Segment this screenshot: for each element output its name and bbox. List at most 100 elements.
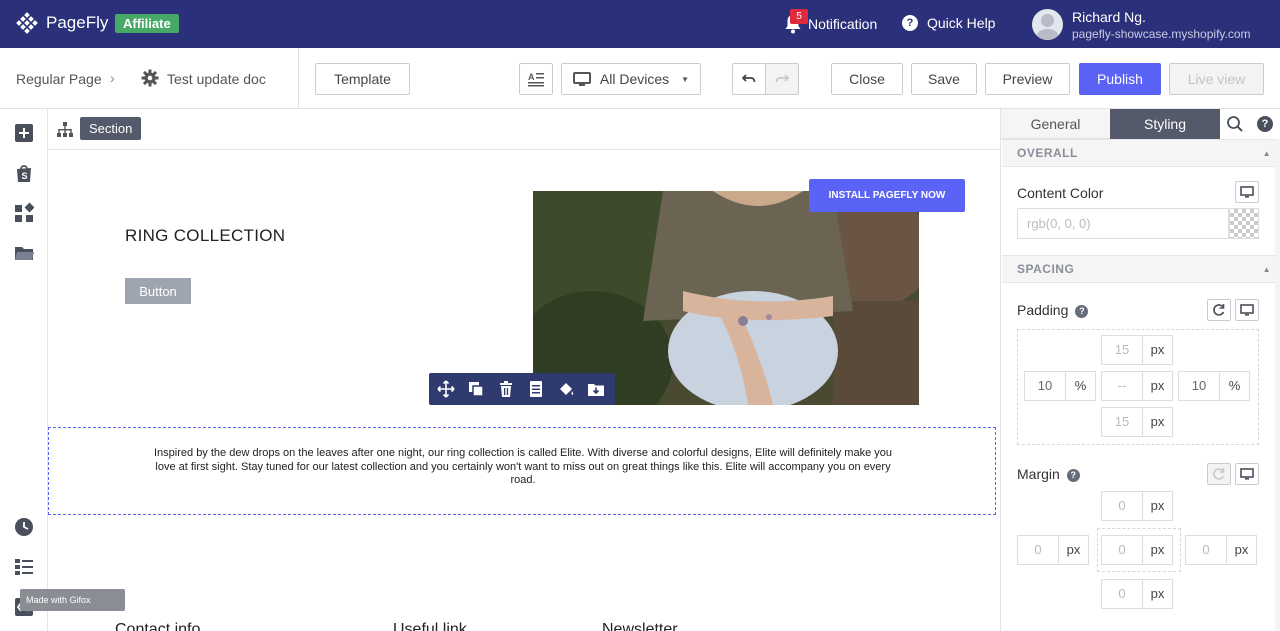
- user-avatar[interactable]: [1032, 9, 1063, 40]
- padding-right-field[interactable]: 10 %: [1178, 371, 1250, 401]
- margin-top-input[interactable]: 0: [1101, 491, 1143, 521]
- desktop-icon: [572, 71, 591, 86]
- padding-right-input[interactable]: 10: [1178, 371, 1220, 401]
- user-name[interactable]: Richard Ng.: [1072, 9, 1146, 25]
- panel-scrollbar[interactable]: [1275, 139, 1280, 631]
- quick-help-button[interactable]: ? Quick Help: [902, 15, 995, 31]
- undo-button[interactable]: [732, 63, 766, 95]
- margin-center-field[interactable]: 0 px: [1101, 535, 1173, 565]
- padding-left-input[interactable]: 10: [1024, 371, 1066, 401]
- margin-bottom-input[interactable]: 0: [1101, 579, 1143, 609]
- refresh-icon: [1213, 304, 1225, 316]
- pagefly-logo-icon: [16, 12, 38, 34]
- trash-icon[interactable]: [497, 380, 515, 398]
- footer-heading-newsletter: Newsletter: [602, 621, 678, 631]
- preview-button[interactable]: Preview: [985, 63, 1070, 95]
- margin-label-text: Margin: [1017, 466, 1060, 482]
- install-pagefly-button[interactable]: INSTALL PAGEFLY NOW: [809, 179, 965, 212]
- breadcrumb-separator: ›: [110, 70, 115, 86]
- color-swatch-picker[interactable]: [1229, 208, 1259, 239]
- content-color-label: Content Color: [1017, 185, 1104, 201]
- gifox-label: Made with Gifox: [26, 595, 91, 605]
- template-button[interactable]: Template: [315, 63, 410, 95]
- spacing-section-header[interactable]: SPACING ▲: [1002, 255, 1280, 283]
- breadcrumb-regular-page[interactable]: Regular Page: [16, 71, 102, 87]
- padding-center-field[interactable]: -- px: [1101, 371, 1173, 401]
- sitemap-icon[interactable]: [56, 121, 74, 139]
- desktop-icon: [1240, 468, 1254, 480]
- footer-heading-contact: Contact info: [115, 621, 201, 631]
- margin-top-unit[interactable]: px: [1143, 491, 1173, 521]
- undo-icon: [742, 74, 756, 83]
- padding-reset-button[interactable]: [1207, 299, 1231, 321]
- overall-section-header[interactable]: OVERALL ▲: [1002, 139, 1280, 167]
- question-icon[interactable]: ?: [1066, 469, 1080, 482]
- margin-center-unit[interactable]: px: [1143, 535, 1173, 565]
- padding-left-field[interactable]: 10 %: [1024, 371, 1096, 401]
- responsive-toggle-button[interactable]: [1235, 181, 1259, 203]
- padding-center-unit[interactable]: px: [1143, 371, 1173, 401]
- margin-responsive-button[interactable]: [1235, 463, 1259, 485]
- content-color-input[interactable]: rgb(0, 0, 0): [1017, 208, 1229, 239]
- margin-left-input[interactable]: 0: [1017, 535, 1059, 565]
- affiliate-badge[interactable]: Affiliate: [115, 14, 179, 33]
- tab-general[interactable]: General: [1001, 109, 1110, 139]
- padding-right-unit[interactable]: %: [1220, 371, 1250, 401]
- margin-top-field[interactable]: 0 px: [1101, 491, 1173, 521]
- widgets-icon[interactable]: [13, 202, 35, 224]
- page-canvas[interactable]: Section RING COLLECTION Button INSTALL P…: [48, 109, 1000, 631]
- duplicate-icon[interactable]: [467, 380, 485, 398]
- margin-left-field[interactable]: 0 px: [1017, 535, 1089, 565]
- history-clock-icon[interactable]: [13, 516, 35, 538]
- margin-right-unit[interactable]: px: [1227, 535, 1257, 565]
- text-format-button[interactable]: A: [519, 63, 553, 95]
- ring-collection-heading[interactable]: RING COLLECTION: [125, 226, 285, 246]
- save-button[interactable]: Save: [911, 63, 977, 95]
- move-arrows-icon[interactable]: [437, 380, 455, 398]
- margin-bottom-field[interactable]: 0 px: [1101, 579, 1173, 609]
- padding-left-unit[interactable]: %: [1066, 371, 1096, 401]
- ring-collection-paragraph[interactable]: Inspired by the dew drops on the leaves …: [149, 447, 897, 488]
- brand-logo[interactable]: PageFly: [16, 12, 108, 34]
- margin-reset-button[interactable]: [1207, 463, 1231, 485]
- margin-left-unit[interactable]: px: [1059, 535, 1089, 565]
- padding-responsive-button[interactable]: [1235, 299, 1259, 321]
- padding-bottom-input[interactable]: 15: [1101, 407, 1143, 437]
- page-name[interactable]: Test update doc: [167, 71, 266, 87]
- spacing-section-title: SPACING: [1017, 262, 1075, 276]
- padding-center-input[interactable]: --: [1101, 371, 1143, 401]
- margin-center-input[interactable]: 0: [1101, 535, 1143, 565]
- plus-square-icon[interactable]: [13, 122, 35, 144]
- save-to-library-icon[interactable]: [587, 380, 605, 398]
- brand-name: PageFly: [46, 13, 109, 32]
- left-sidebar: S: [0, 109, 48, 631]
- document-icon[interactable]: [527, 380, 545, 398]
- padding-bottom-unit[interactable]: px: [1143, 407, 1173, 437]
- close-button[interactable]: Close: [831, 63, 903, 95]
- device-selector[interactable]: All Devices ▼: [561, 63, 701, 95]
- question-icon[interactable]: ?: [1075, 305, 1089, 318]
- editor-toolbar: Regular Page › Test update doc Template …: [0, 48, 1280, 109]
- shopify-bag-icon[interactable]: S: [13, 162, 35, 184]
- selected-paragraph-element[interactable]: Inspired by the dew drops on the leaves …: [48, 427, 996, 515]
- publish-button[interactable]: Publish: [1079, 63, 1161, 95]
- paint-bucket-icon[interactable]: [557, 380, 575, 398]
- section-tag[interactable]: Section: [80, 117, 142, 140]
- margin-right-input[interactable]: 0: [1185, 535, 1227, 565]
- margin-right-field[interactable]: 0 px: [1185, 535, 1257, 565]
- tab-styling[interactable]: Styling: [1110, 109, 1220, 139]
- overall-section-title: OVERALL: [1017, 146, 1078, 160]
- layers-list-icon[interactable]: [13, 556, 35, 578]
- margin-bottom-unit[interactable]: px: [1143, 579, 1173, 609]
- search-icon[interactable]: [1226, 115, 1244, 133]
- live-view-button[interactable]: Live view: [1169, 63, 1264, 95]
- help-icon[interactable]: ?: [1257, 116, 1273, 132]
- canvas-button[interactable]: Button: [125, 278, 191, 304]
- padding-top-unit[interactable]: px: [1143, 335, 1173, 365]
- padding-top-input[interactable]: 15: [1101, 335, 1143, 365]
- padding-top-field[interactable]: 15 px: [1101, 335, 1173, 365]
- padding-bottom-field[interactable]: 15 px: [1101, 407, 1173, 437]
- gear-icon[interactable]: [141, 69, 159, 87]
- folder-icon[interactable]: [13, 242, 35, 264]
- redo-button[interactable]: [765, 63, 799, 95]
